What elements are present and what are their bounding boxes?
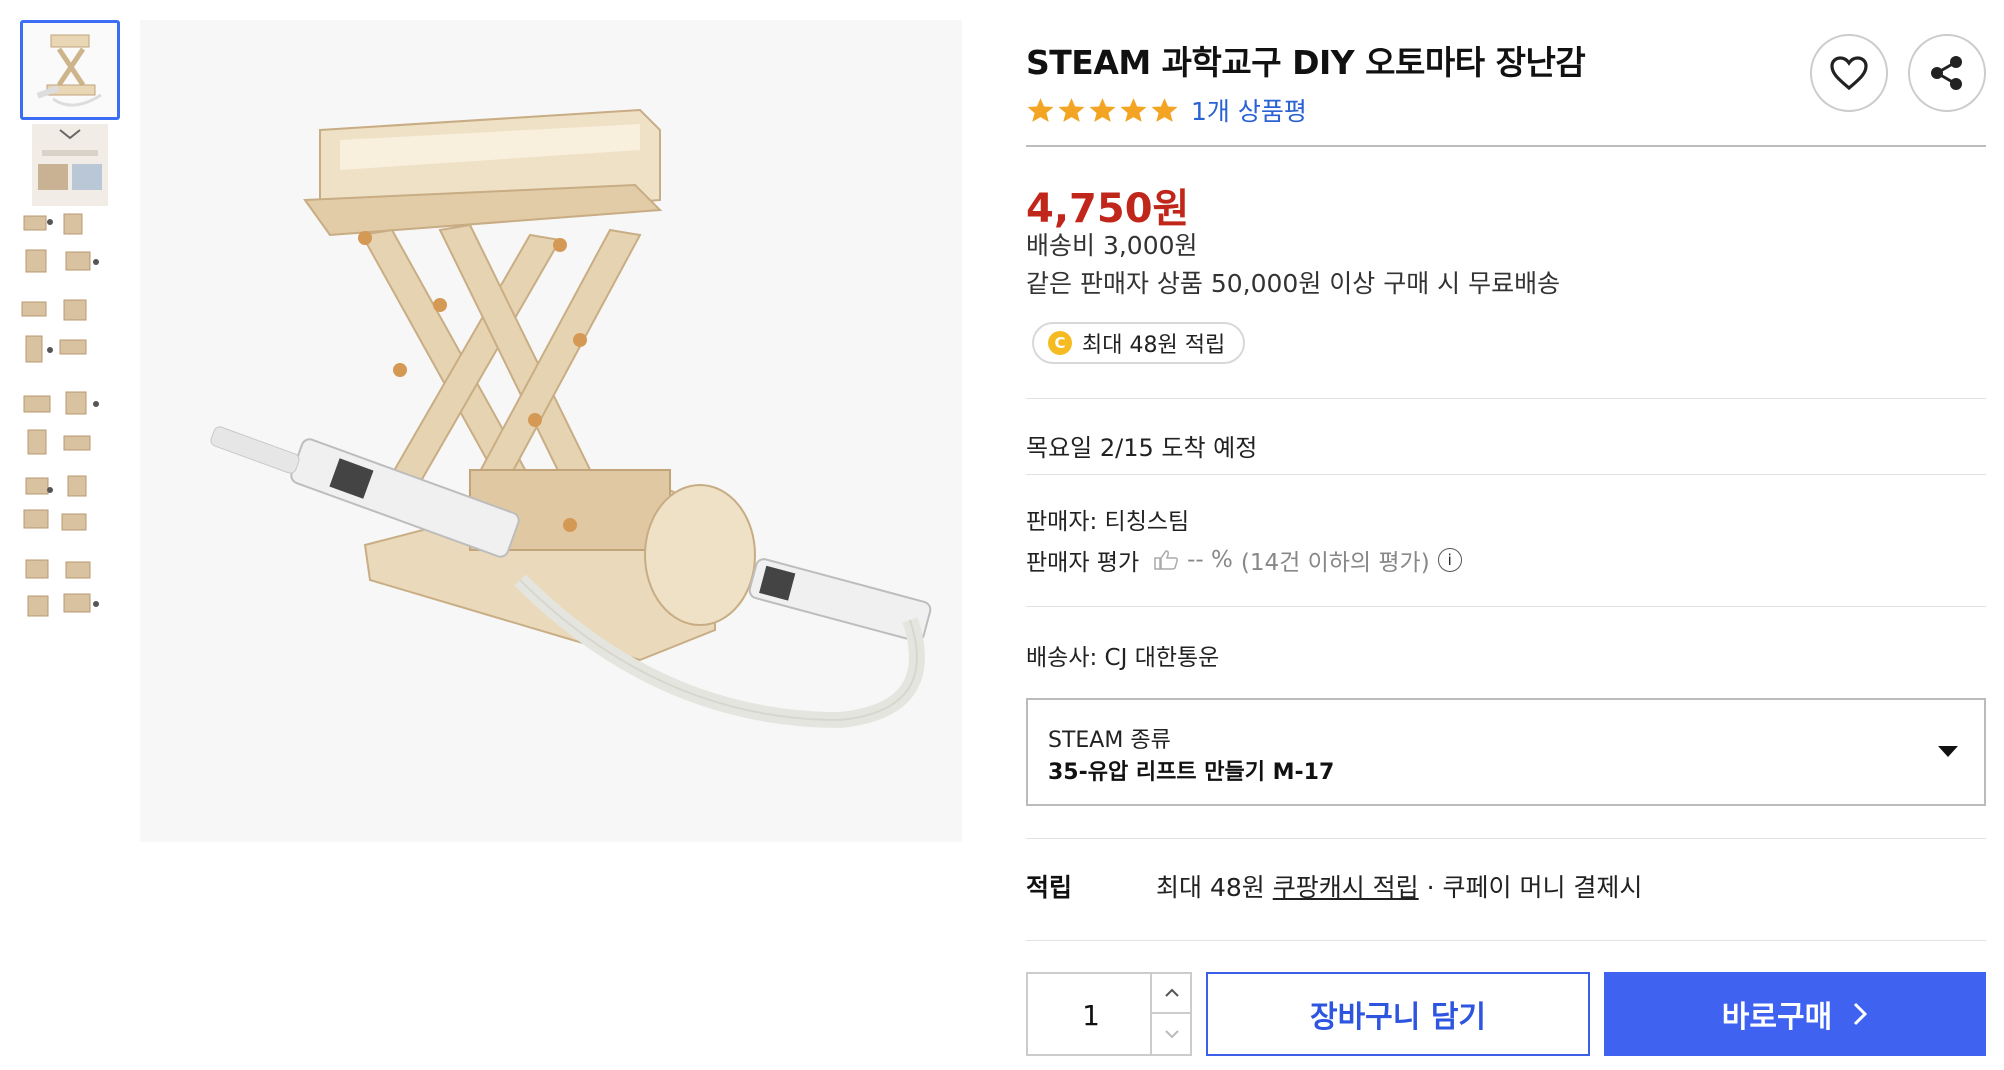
quantity-up-button[interactable] bbox=[1152, 974, 1192, 1014]
caret-down-icon bbox=[1938, 746, 1958, 757]
divider bbox=[1026, 398, 1986, 399]
coupang-cash-link[interactable]: 쿠팡캐시 적립 bbox=[1273, 873, 1419, 902]
wishlist-button[interactable] bbox=[1810, 34, 1888, 112]
rating-row: 1개 상품평 bbox=[1026, 92, 1307, 128]
quantity-input[interactable] bbox=[1028, 974, 1154, 1056]
add-to-cart-button[interactable]: 장바구니 담기 bbox=[1206, 972, 1590, 1056]
thumbnail-cover-image bbox=[32, 124, 108, 206]
free-shipping-note: 같은 판매자 상품 50,000원 이상 구매 시 무료배송 bbox=[1026, 269, 1561, 298]
divider bbox=[1026, 145, 1986, 147]
heart-icon bbox=[1830, 56, 1868, 91]
star-icon bbox=[1120, 98, 1147, 122]
option-select[interactable]: STEAM 종류 35-유압 리프트 만들기 M-17 bbox=[1026, 698, 1986, 806]
divider bbox=[1026, 474, 1986, 475]
review-count-link[interactable]: 1개 상품평 bbox=[1191, 92, 1307, 128]
product-info-panel: STEAM 과학교구 DIY 오토마타 장난감 1개 상품평 4,750원 배송… bbox=[1026, 0, 1986, 1070]
star-icon bbox=[1089, 98, 1116, 122]
reward-suffix: · 쿠페이 머니 결제시 bbox=[1426, 873, 1643, 902]
cash-reward-badge: C 최대 48원 적립 bbox=[1032, 322, 1246, 364]
carrier: 배송사: CJ 대한통운 bbox=[1026, 645, 1220, 671]
share-icon bbox=[1931, 56, 1962, 90]
share-button[interactable] bbox=[1908, 34, 1986, 112]
quantity-down-button[interactable] bbox=[1152, 1014, 1192, 1054]
reward-label: 적립 bbox=[1026, 873, 1073, 902]
main-product-image[interactable] bbox=[140, 20, 962, 842]
quantity-buttons bbox=[1150, 974, 1192, 1054]
hydraulic-lift-image bbox=[140, 20, 962, 842]
quantity-stepper bbox=[1026, 972, 1192, 1056]
divider bbox=[1026, 940, 1986, 941]
reward-text: 최대 48원 쿠팡캐시 적립 · 쿠페이 머니 결제시 bbox=[1156, 868, 1642, 904]
seller-rating-value: -- % bbox=[1187, 547, 1233, 573]
chevron-right-icon bbox=[1854, 1002, 1868, 1026]
buy-now-button[interactable]: 바로구매 bbox=[1604, 972, 1986, 1056]
thumbnail-2[interactable] bbox=[20, 124, 120, 206]
seller-rating-note: (14건 이하의 평가) bbox=[1240, 550, 1430, 576]
chevron-down-icon bbox=[1165, 1030, 1179, 1039]
product-title: STEAM 과학교구 DIY 오토마타 장난감 bbox=[1026, 43, 1586, 82]
divider bbox=[1026, 838, 1986, 839]
coin-icon: C bbox=[1048, 331, 1072, 355]
option-label: STEAM 종류 bbox=[1048, 728, 1171, 753]
arrival-date: 목요일 2/15 도착 예정 bbox=[1026, 434, 1258, 462]
star-icon bbox=[1027, 98, 1054, 122]
thumbnail-3[interactable] bbox=[20, 210, 120, 622]
shipping-fee: 배송비 3,000원 bbox=[1026, 231, 1198, 260]
seller-rating-label: 판매자 평가 bbox=[1026, 550, 1140, 576]
seller-rating-row: 판매자 평가 -- % (14건 이하의 평가) i bbox=[1026, 543, 1462, 577]
divider bbox=[1026, 606, 1986, 607]
info-icon[interactable]: i bbox=[1437, 548, 1462, 572]
thumbnail-lift-image bbox=[23, 23, 117, 117]
seller-name: 판매자: 티칭스팀 bbox=[1026, 509, 1190, 535]
thumbnail-collage-image bbox=[21, 213, 99, 617]
option-value: 35-유압 리프트 만들기 M-17 bbox=[1048, 760, 1335, 785]
star-icon bbox=[1151, 98, 1178, 122]
reward-prefix: 최대 48원 bbox=[1156, 873, 1265, 902]
chevron-up-icon bbox=[1165, 988, 1179, 997]
add-to-cart-label: 장바구니 담기 bbox=[1309, 1000, 1487, 1035]
star-icon bbox=[1058, 98, 1085, 122]
thumbs-up-icon bbox=[1154, 550, 1179, 570]
cash-reward-text: 최대 48원 적립 bbox=[1082, 333, 1226, 358]
buy-now-label: 바로구매 bbox=[1721, 1000, 1833, 1035]
thumbnail-1[interactable] bbox=[20, 20, 120, 120]
